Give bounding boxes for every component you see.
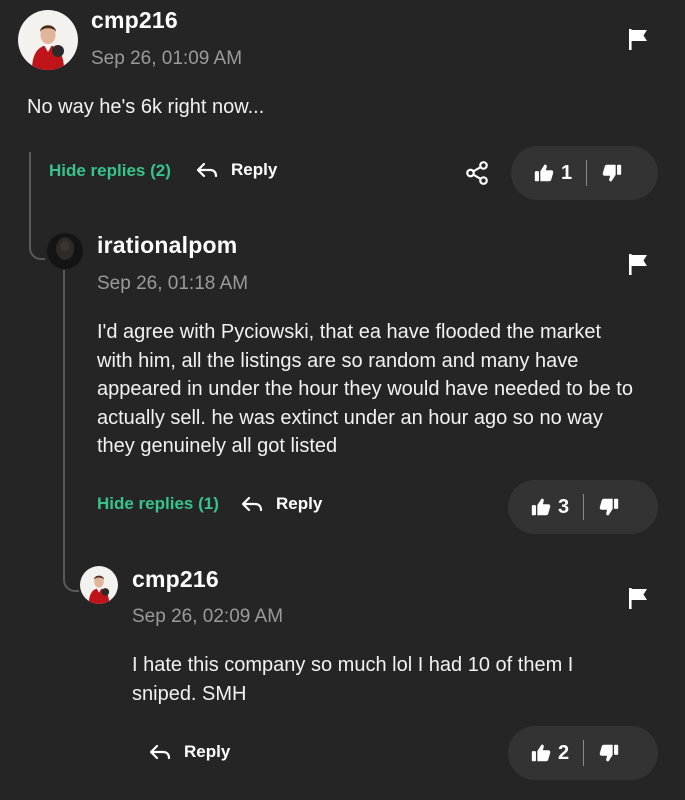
- like-count: 3: [558, 495, 570, 518]
- vote-pill: 3: [508, 480, 658, 534]
- reply-label: Reply: [276, 494, 323, 513]
- reply-arrow-icon: [195, 158, 219, 182]
- hide-replies-button[interactable]: Hide replies (1): [97, 494, 219, 514]
- flag-icon[interactable]: [625, 252, 651, 276]
- reply-text: I hate this company so much lol I had 10…: [132, 654, 574, 705]
- reply-username[interactable]: irationalpom: [97, 232, 237, 259]
- reply-username[interactable]: cmp216: [132, 566, 219, 593]
- vote-pill: 2: [508, 726, 658, 780]
- avatar-image: [18, 10, 78, 70]
- avatar-image: [47, 233, 83, 269]
- reply-text: I'd agree with Pyciowski, that ea have f…: [97, 321, 633, 457]
- vote-divider: [583, 740, 585, 766]
- thumbs-up-icon[interactable]: [530, 742, 552, 764]
- reply-avatar[interactable]: [47, 233, 83, 269]
- thread-connector: [29, 238, 45, 260]
- flag-icon[interactable]: [625, 586, 651, 610]
- vote-divider: [586, 160, 588, 186]
- reply-button[interactable]: Reply: [148, 740, 230, 764]
- comment-username[interactable]: cmp216: [91, 7, 178, 34]
- reply-label: Reply: [231, 160, 278, 179]
- like-count: 1: [561, 161, 573, 184]
- reply-label: Reply: [184, 742, 231, 761]
- reply-arrow-icon: [148, 740, 172, 764]
- thread-line: [29, 152, 31, 242]
- reply-avatar[interactable]: [80, 566, 118, 604]
- like-count: 2: [558, 741, 570, 764]
- thumbs-up-icon[interactable]: [533, 162, 555, 184]
- avatar-image: [80, 566, 118, 604]
- thread-connector: [63, 570, 79, 592]
- reply-button[interactable]: Reply: [240, 492, 322, 516]
- vote-pill: 1: [511, 146, 658, 200]
- reply-button[interactable]: Reply: [195, 158, 277, 182]
- thread-line: [63, 270, 65, 573]
- reply-arrow-icon: [240, 492, 264, 516]
- comment-timestamp: Sep 26, 01:09 AM: [91, 48, 243, 69]
- comment-avatar[interactable]: [18, 10, 78, 70]
- reply-timestamp: Sep 26, 01:18 AM: [97, 273, 249, 294]
- reply-timestamp: Sep 26, 02:09 AM: [132, 606, 284, 627]
- thumbs-down-icon[interactable]: [598, 742, 620, 764]
- hide-replies-button[interactable]: Hide replies (2): [49, 161, 171, 181]
- vote-divider: [583, 494, 585, 520]
- thumbs-down-icon[interactable]: [598, 496, 620, 518]
- share-icon[interactable]: [464, 160, 490, 186]
- comment-text: No way he's 6k right now...: [27, 96, 265, 118]
- flag-icon[interactable]: [625, 27, 651, 51]
- thumbs-up-icon[interactable]: [530, 496, 552, 518]
- thumbs-down-icon[interactable]: [601, 162, 623, 184]
